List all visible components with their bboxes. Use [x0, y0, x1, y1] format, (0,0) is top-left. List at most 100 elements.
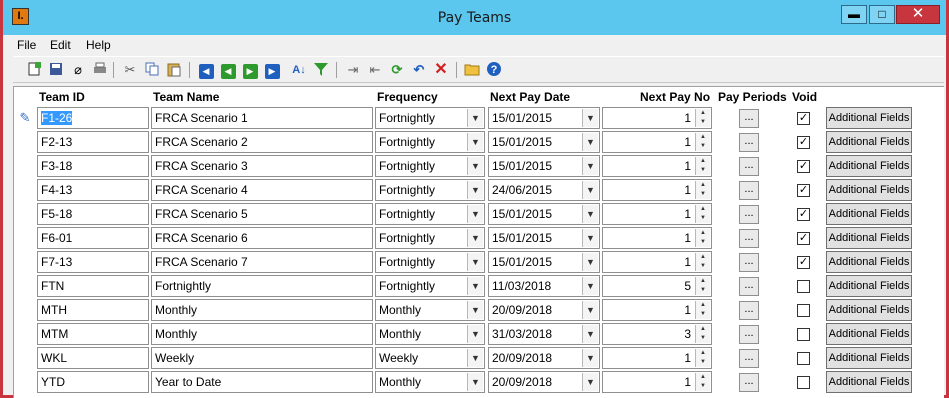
spin-up-icon[interactable]: ▲ [696, 325, 710, 334]
pay-periods-button[interactable]: ... [739, 325, 759, 344]
spin-up-icon[interactable]: ▲ [696, 349, 710, 358]
pay-periods-button[interactable]: ... [739, 109, 759, 128]
additional-fields-button[interactable]: Additional Fields [826, 251, 912, 273]
spin-down-icon[interactable]: ▼ [696, 286, 710, 295]
team-name-field[interactable]: FRCA Scenario 5 [151, 203, 373, 225]
next-pay-no-stepper[interactable]: 1 ▲ ▼ [602, 107, 712, 129]
menu-file[interactable]: File [17, 38, 36, 52]
next-pay-date-picker[interactable]: 11/03/2018 ▼ [488, 275, 600, 297]
frequency-select[interactable]: Fortnightly ▼ [375, 107, 485, 129]
pay-periods-button[interactable]: ... [739, 373, 759, 392]
next-pay-no-stepper[interactable]: 5 ▲ ▼ [602, 275, 712, 297]
chevron-down-icon[interactable]: ▼ [582, 157, 598, 175]
attach-icon[interactable]: ⌀ [69, 61, 87, 79]
next-pay-no-stepper[interactable]: 3 ▲ ▼ [602, 323, 712, 345]
next-pay-no-stepper[interactable]: 1 ▲ ▼ [602, 347, 712, 369]
additional-fields-button[interactable]: Additional Fields [826, 347, 912, 369]
team-id-field[interactable]: F6-01 [37, 227, 149, 249]
next-pay-date-picker[interactable]: 20/09/2018 ▼ [488, 371, 600, 393]
pay-periods-button[interactable]: ... [739, 301, 759, 320]
frequency-select[interactable]: Fortnightly ▼ [375, 155, 485, 177]
frequency-select[interactable]: Fortnightly ▼ [375, 251, 485, 273]
open-folder-icon[interactable] [463, 61, 481, 79]
frequency-select[interactable]: Monthly ▼ [375, 371, 485, 393]
spin-up-icon[interactable]: ▲ [696, 205, 710, 214]
pay-periods-button[interactable]: ... [739, 205, 759, 224]
chevron-down-icon[interactable]: ▼ [582, 181, 598, 199]
header-team-id[interactable]: Team ID [39, 90, 85, 104]
chevron-down-icon[interactable]: ▼ [582, 349, 598, 367]
chevron-down-icon[interactable]: ▼ [467, 349, 483, 367]
outdent-icon[interactable]: ⇤ [366, 61, 384, 79]
chevron-down-icon[interactable]: ▼ [467, 205, 483, 223]
header-frequency[interactable]: Frequency [377, 90, 438, 104]
header-void[interactable]: Void [792, 90, 817, 104]
chevron-down-icon[interactable]: ▼ [582, 253, 598, 271]
spin-up-icon[interactable]: ▲ [696, 229, 710, 238]
chevron-down-icon[interactable]: ▼ [467, 109, 483, 127]
cut-icon[interactable]: ✂ [121, 61, 139, 79]
spin-buttons[interactable]: ▲ ▼ [695, 253, 710, 271]
spin-down-icon[interactable]: ▼ [696, 166, 710, 175]
next-pay-date-picker[interactable]: 15/01/2015 ▼ [488, 107, 600, 129]
team-name-field[interactable]: Year to Date [151, 371, 373, 393]
frequency-select[interactable]: Weekly ▼ [375, 347, 485, 369]
void-checkbox[interactable]: ✓ [797, 232, 810, 245]
header-next-pay-no[interactable]: Next Pay No [640, 90, 710, 104]
last-record-icon[interactable]: ▶ [263, 61, 281, 79]
additional-fields-button[interactable]: Additional Fields [826, 227, 912, 249]
spin-buttons[interactable]: ▲ ▼ [695, 157, 710, 175]
spin-up-icon[interactable]: ▲ [696, 277, 710, 286]
chevron-down-icon[interactable]: ▼ [467, 253, 483, 271]
team-id-field[interactable]: F1-26 [37, 107, 149, 129]
frequency-select[interactable]: Monthly ▼ [375, 299, 485, 321]
additional-fields-button[interactable]: Additional Fields [826, 131, 912, 153]
team-name-field[interactable]: Fortnightly [151, 275, 373, 297]
filter-icon[interactable] [312, 61, 330, 79]
new-record-icon[interactable] [25, 61, 43, 79]
next-pay-date-picker[interactable]: 15/01/2015 ▼ [488, 155, 600, 177]
chevron-down-icon[interactable]: ▼ [467, 157, 483, 175]
additional-fields-button[interactable]: Additional Fields [826, 299, 912, 321]
next-pay-no-stepper[interactable]: 1 ▲ ▼ [602, 179, 712, 201]
void-checkbox[interactable]: ✓ [797, 136, 810, 149]
void-checkbox[interactable]: ✓ [797, 256, 810, 269]
chevron-down-icon[interactable]: ▼ [467, 373, 483, 391]
frequency-select[interactable]: Fortnightly ▼ [375, 179, 485, 201]
spin-buttons[interactable]: ▲ ▼ [695, 109, 710, 127]
void-checkbox[interactable]: ✓ [797, 112, 810, 125]
additional-fields-button[interactable]: Additional Fields [826, 155, 912, 177]
team-name-field[interactable]: FRCA Scenario 4 [151, 179, 373, 201]
team-name-field[interactable]: Weekly [151, 347, 373, 369]
chevron-down-icon[interactable]: ▼ [582, 205, 598, 223]
chevron-down-icon[interactable]: ▼ [582, 229, 598, 247]
void-checkbox[interactable] [797, 280, 810, 293]
team-name-field[interactable]: FRCA Scenario 3 [151, 155, 373, 177]
spin-down-icon[interactable]: ▼ [696, 142, 710, 151]
spin-down-icon[interactable]: ▼ [696, 190, 710, 199]
frequency-select[interactable]: Fortnightly ▼ [375, 203, 485, 225]
spin-down-icon[interactable]: ▼ [696, 238, 710, 247]
void-checkbox[interactable] [797, 352, 810, 365]
next-pay-date-picker[interactable]: 20/09/2018 ▼ [488, 347, 600, 369]
team-name-field[interactable]: FRCA Scenario 1 [151, 107, 373, 129]
delete-icon[interactable]: ✕ [432, 61, 450, 79]
team-id-field[interactable]: F5-18 [37, 203, 149, 225]
header-team-name[interactable]: Team Name [153, 90, 219, 104]
next-pay-no-stepper[interactable]: 1 ▲ ▼ [602, 251, 712, 273]
spin-up-icon[interactable]: ▲ [696, 253, 710, 262]
void-checkbox[interactable]: ✓ [797, 184, 810, 197]
next-pay-date-picker[interactable]: 15/01/2015 ▼ [488, 131, 600, 153]
header-pay-periods[interactable]: Pay Periods [718, 90, 787, 104]
team-id-field[interactable]: MTM [37, 323, 149, 345]
team-id-field[interactable]: MTH [37, 299, 149, 321]
team-name-field[interactable]: FRCA Scenario 2 [151, 131, 373, 153]
print-icon[interactable] [91, 61, 109, 79]
team-id-field[interactable]: F7-13 [37, 251, 149, 273]
next-record-icon[interactable]: ▶ [241, 61, 259, 79]
menu-help[interactable]: Help [86, 38, 111, 52]
team-id-field[interactable]: FTN [37, 275, 149, 297]
spin-down-icon[interactable]: ▼ [696, 118, 710, 127]
chevron-down-icon[interactable]: ▼ [582, 373, 598, 391]
team-id-field[interactable]: F2-13 [37, 131, 149, 153]
